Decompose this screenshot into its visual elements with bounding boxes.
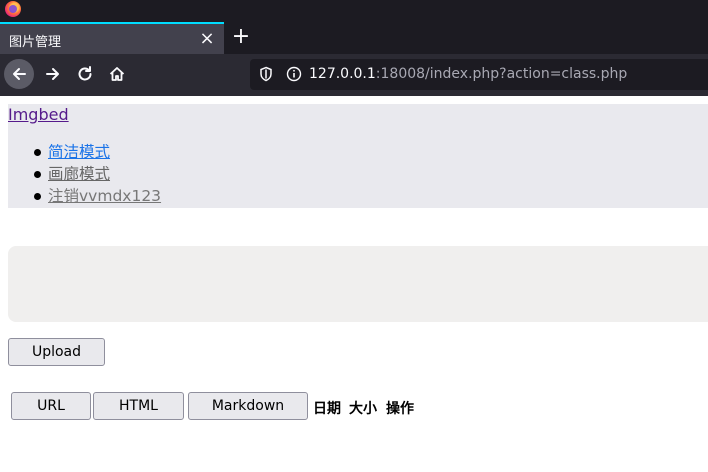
column-header-size: 大小 — [349, 401, 377, 417]
url-host: 127.0.0.1 — [309, 66, 376, 82]
close-tab-icon[interactable]: × — [197, 29, 217, 49]
reload-button[interactable] — [70, 59, 100, 89]
address-bar[interactable]: 127.0.0.1:18008/index.php?action=class.p… — [250, 59, 708, 90]
home-icon — [109, 67, 125, 81]
site-nav: 简洁模式 画廊模式 注销vvmdx123 — [8, 142, 161, 208]
tab-title: 图片管理 — [9, 35, 62, 50]
arrow-right-icon — [46, 68, 59, 80]
tab-active[interactable]: 图片管理 × — [0, 22, 224, 54]
page-content: Imgbed 简洁模式 画廊模式 注销vvmdx123 Upload URL H… — [0, 96, 708, 472]
copy-html-button[interactable]: HTML — [93, 392, 184, 420]
shield-icon[interactable] — [258, 66, 274, 82]
url-path: :18008/index.php?action=class.php — [375, 66, 628, 82]
upload-dropzone[interactable] — [8, 246, 708, 322]
tab-strip: 图片管理 × + — [0, 22, 708, 54]
reload-icon — [78, 66, 92, 81]
site-header: Imgbed 简洁模式 画廊模式 注销vvmdx123 — [8, 104, 708, 208]
window-titlebar — [0, 0, 708, 22]
navigation-toolbar: 127.0.0.1:18008/index.php?action=class.p… — [0, 54, 708, 96]
arrow-left-icon — [13, 68, 26, 80]
forward-button[interactable] — [38, 59, 68, 89]
firefox-logo — [5, 1, 21, 17]
column-header-date: 日期 — [313, 401, 341, 417]
info-icon[interactable] — [286, 66, 302, 82]
new-tab-button[interactable]: + — [230, 26, 252, 48]
back-button[interactable] — [4, 59, 34, 89]
nav-item-simple-mode: 简洁模式 — [8, 142, 161, 164]
brand-link[interactable]: Imgbed — [8, 105, 69, 124]
nav-item-gallery-mode: 画廊模式 — [8, 164, 161, 186]
logout-link[interactable]: 注销vvmdx123 — [48, 187, 161, 205]
column-header-actions: 操作 — [386, 401, 414, 417]
home-button[interactable] — [102, 59, 132, 89]
copy-url-button[interactable]: URL — [11, 392, 91, 420]
upload-button[interactable]: Upload — [8, 338, 105, 366]
gallery-mode-link[interactable]: 画廊模式 — [48, 165, 110, 183]
url-text: 127.0.0.1:18008/index.php?action=class.p… — [309, 66, 627, 82]
simple-mode-link[interactable]: 简洁模式 — [48, 143, 110, 161]
nav-item-logout: 注销vvmdx123 — [8, 186, 161, 208]
copy-markdown-button[interactable]: Markdown — [188, 392, 308, 420]
